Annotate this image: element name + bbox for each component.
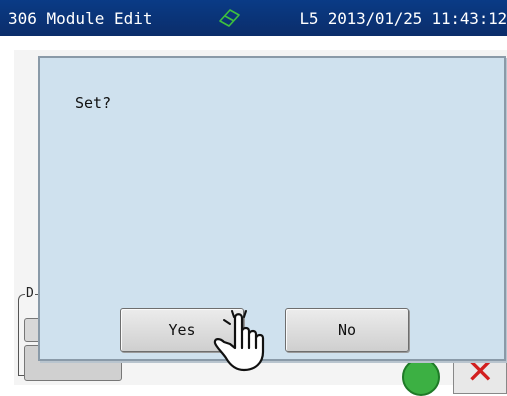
hand-pointer-icon — [213, 310, 265, 372]
level-datetime-status: L5 2013/01/25 11:43:12 — [299, 9, 507, 28]
background-ok-icon — [402, 358, 440, 396]
title-bar: 306 Module Edit L5 2013/01/25 11:43:12 — [0, 0, 507, 36]
dialog-message: Set? — [75, 94, 112, 112]
module-title: 306 Module Edit — [8, 9, 153, 28]
confirm-dialog: Set? Yes No — [38, 56, 506, 361]
background-group-label: D — [25, 286, 35, 301]
no-button[interactable]: No — [285, 308, 409, 352]
eraser-icon — [219, 9, 240, 27]
